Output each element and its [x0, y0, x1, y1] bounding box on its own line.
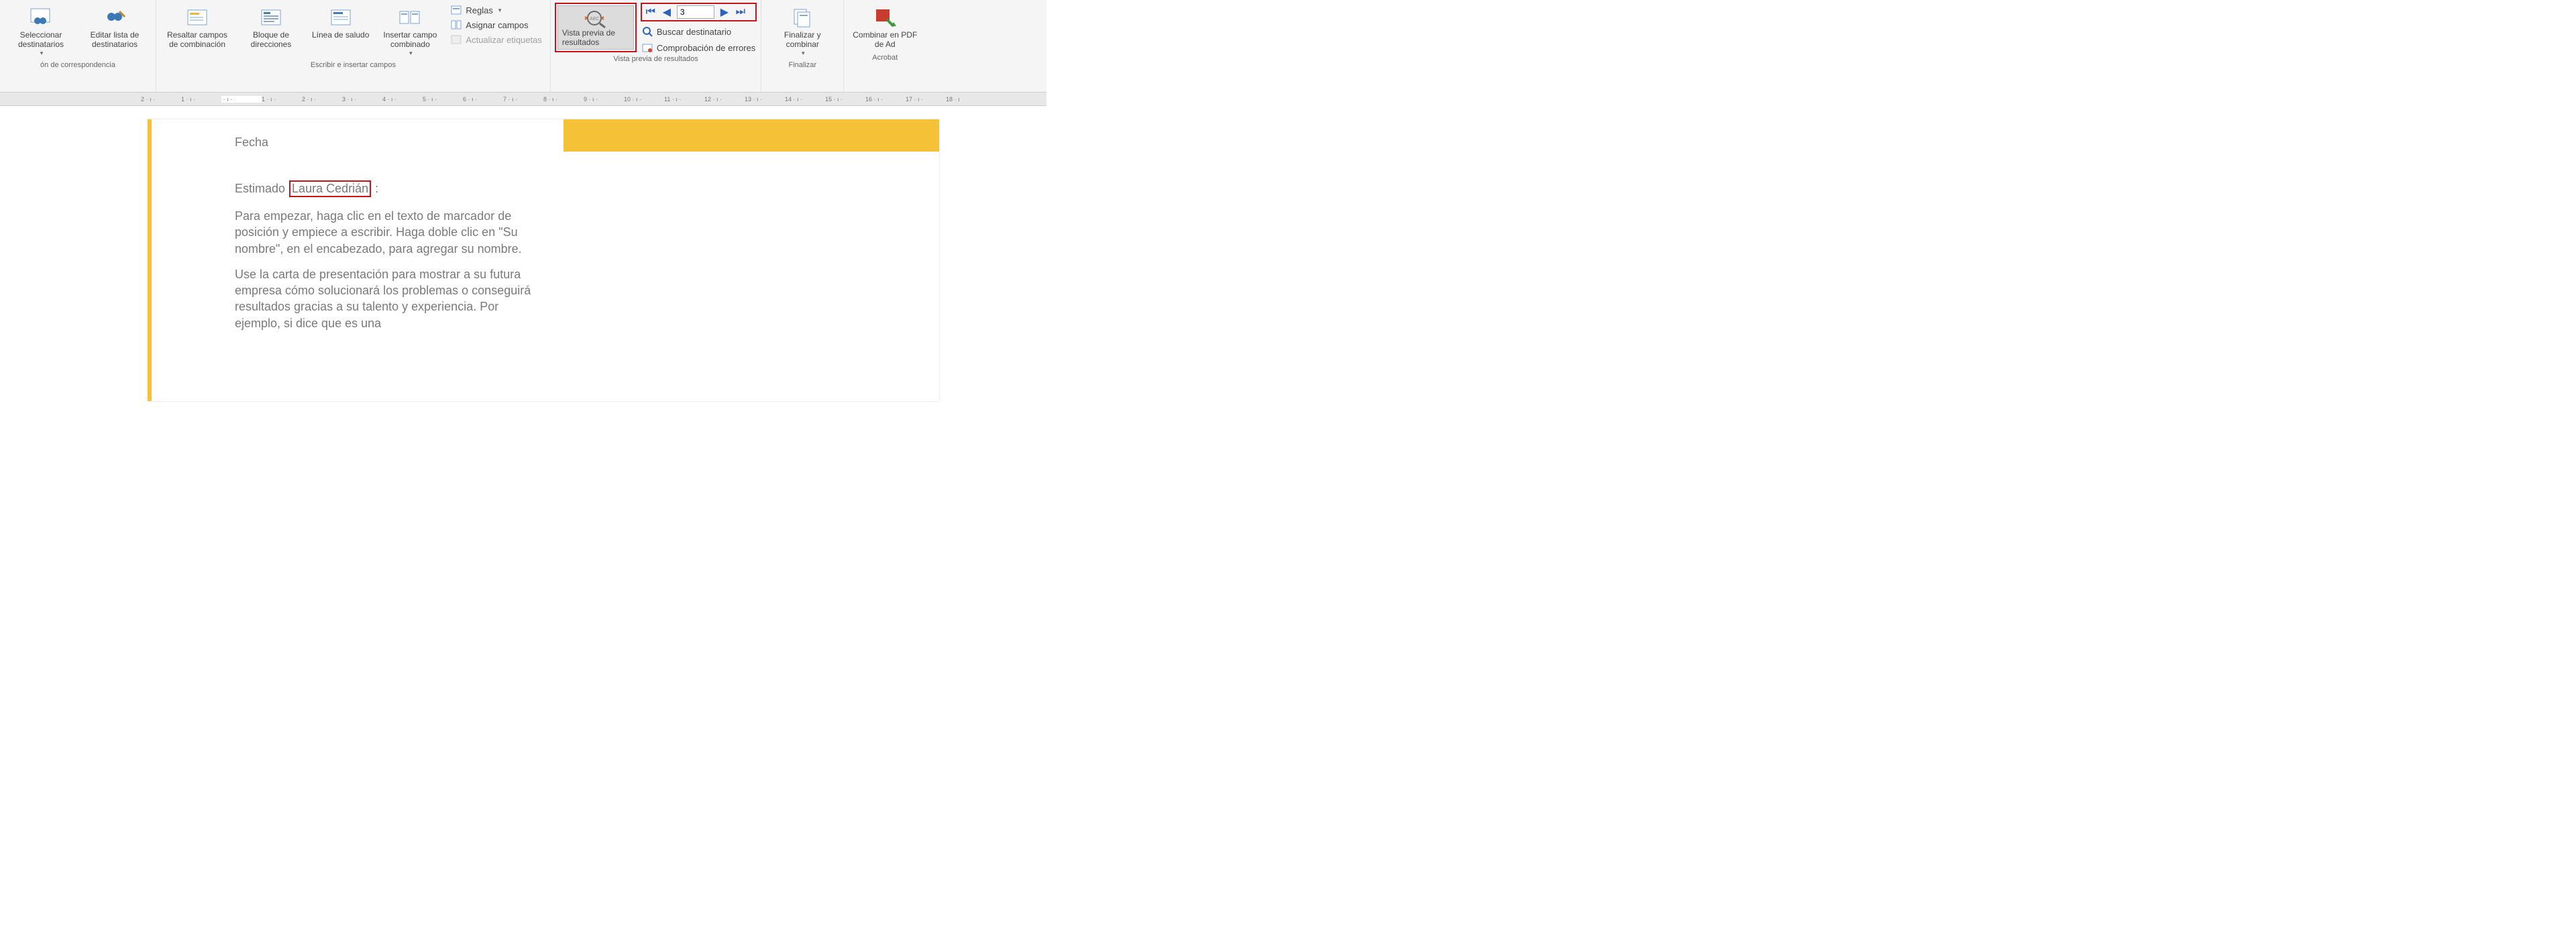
preview-results-label: Vista previa de resultados	[562, 29, 629, 48]
record-number-input[interactable]	[677, 5, 714, 19]
match-fields-icon	[451, 19, 462, 30]
greeting-prefix: Estimado	[235, 182, 285, 196]
pdf-merge-icon	[873, 5, 897, 30]
magnifier-abc-icon: ABC	[584, 9, 608, 29]
edit-recipients-button[interactable]: Editar lista de destinatarios	[78, 3, 152, 52]
page-side-column	[564, 119, 939, 401]
address-block-button[interactable]: Bloque de direcciones	[234, 3, 308, 52]
group-finish-label: Finalizar	[765, 60, 839, 70]
finish-merge-label: Finalizar y combinar	[769, 31, 835, 50]
select-recipients-button[interactable]: Seleccionar destinatarios ▾	[4, 3, 78, 60]
update-labels-icon	[451, 34, 462, 45]
greeting-name: Laura Cedrián	[292, 182, 368, 195]
next-record-button[interactable]: ▶	[718, 5, 731, 19]
preview-results-button[interactable]: ABC Vista previa de resultados	[557, 5, 634, 50]
ribbon-group-acrobat: Combinar en PDF de Ad Acrobat	[844, 0, 926, 92]
check-errors-button[interactable]: Comprobación de errores	[641, 42, 757, 54]
check-errors-label: Comprobación de errores	[657, 43, 755, 53]
paragraph-1[interactable]: Para empezar, haga clic en el texto de m…	[235, 208, 547, 257]
ribbon-group-finish: Finalizar y combinar ▾ Finalizar	[761, 0, 844, 92]
greeting-name-highlight: Laura Cedrián	[289, 180, 371, 197]
ribbon-group-preview: ABC Vista previa de resultados ⏮ ◀ ▶ ⏭ B…	[551, 0, 761, 92]
group-start-label: ón de correspondencia	[4, 60, 152, 70]
ribbon-group-start: Seleccionar destinatarios ▾ Editar lista…	[0, 0, 156, 92]
rules-icon	[451, 5, 462, 15]
record-navigation-highlight: ⏮ ◀ ▶ ⏭	[641, 3, 757, 21]
greeting-line-icon	[329, 5, 353, 30]
side-yellow-band	[564, 119, 939, 152]
svg-text:ABC: ABC	[590, 17, 599, 21]
ribbon-group-write: Resaltar campos de combinación Bloque de…	[156, 0, 551, 92]
prev-record-button[interactable]: ◀	[661, 5, 673, 19]
people-add-icon	[29, 5, 53, 30]
update-labels-label: Actualizar etiquetas	[466, 35, 541, 45]
rules-button[interactable]: Reglas ▾	[449, 4, 543, 16]
highlight-fields-icon	[185, 5, 209, 30]
highlight-fields-label: Resaltar campos de combinación	[164, 31, 230, 50]
match-fields-label: Asignar campos	[466, 20, 528, 30]
merge-pdf-button[interactable]: Combinar en PDF de Ad	[848, 3, 922, 52]
address-block-label: Bloque de direcciones	[238, 31, 304, 50]
greeting-line-button[interactable]: Línea de saludo	[308, 3, 373, 43]
people-edit-icon	[103, 5, 127, 30]
greeting-suffix: :	[375, 182, 378, 196]
insert-field-label: Insertar campo combinado	[377, 31, 443, 50]
search-icon	[642, 26, 653, 37]
match-fields-button[interactable]: Asignar campos	[449, 19, 543, 31]
chevron-down-icon: ▾	[40, 50, 44, 57]
letter-body[interactable]: Fecha Estimado Laura Cedrián : Para empe…	[148, 119, 564, 401]
rules-label: Reglas	[466, 5, 492, 15]
find-recipient-label: Buscar destinatario	[657, 27, 731, 37]
merge-pdf-label: Combinar en PDF de Ad	[852, 31, 918, 50]
greeting-line[interactable]: Estimado Laura Cedrián :	[235, 180, 547, 197]
paragraph-2[interactable]: Use la carta de presentación para mostra…	[235, 266, 547, 331]
first-record-button[interactable]: ⏮	[645, 6, 657, 18]
date-placeholder[interactable]: Fecha	[235, 135, 547, 150]
update-labels-button: Actualizar etiquetas	[449, 34, 543, 46]
check-errors-icon	[642, 42, 653, 53]
address-block-icon	[259, 5, 283, 30]
edit-recipients-label: Editar lista de destinatarios	[82, 31, 148, 50]
highlight-merge-fields-button[interactable]: Resaltar campos de combinación	[160, 3, 234, 52]
greeting-line-label: Línea de saludo	[312, 31, 369, 40]
chevron-down-icon: ▾	[498, 7, 502, 14]
ribbon: Seleccionar destinatarios ▾ Editar lista…	[0, 0, 1046, 93]
find-recipient-button[interactable]: Buscar destinatario	[641, 25, 757, 38]
insert-field-icon	[398, 5, 422, 30]
page-accent-bar	[148, 119, 152, 401]
group-preview-label: Vista previa de resultados	[555, 54, 757, 64]
group-write-label: Escribir e insertar campos	[160, 60, 546, 70]
group-acrobat-label: Acrobat	[848, 52, 922, 63]
chevron-down-icon: ▾	[409, 50, 413, 57]
finish-merge-button[interactable]: Finalizar y combinar ▾	[765, 3, 839, 60]
page: Fecha Estimado Laura Cedrián : Para empe…	[148, 119, 939, 401]
insert-merge-field-button[interactable]: Insertar campo combinado ▾	[373, 3, 447, 60]
last-record-button[interactable]: ⏭	[735, 6, 747, 18]
select-recipients-label: Seleccionar destinatarios	[8, 31, 74, 50]
chevron-down-icon: ▾	[802, 50, 805, 57]
document-canvas[interactable]: Fecha Estimado Laura Cedrián : Para empe…	[0, 106, 1046, 401]
horizontal-ruler[interactable]: 2 · ı · 1 · ı · · ı · 1 · ı · 2 · ı · 3 …	[0, 93, 1046, 106]
preview-results-highlight: ABC Vista previa de resultados	[555, 3, 637, 52]
finish-merge-icon	[790, 5, 814, 30]
